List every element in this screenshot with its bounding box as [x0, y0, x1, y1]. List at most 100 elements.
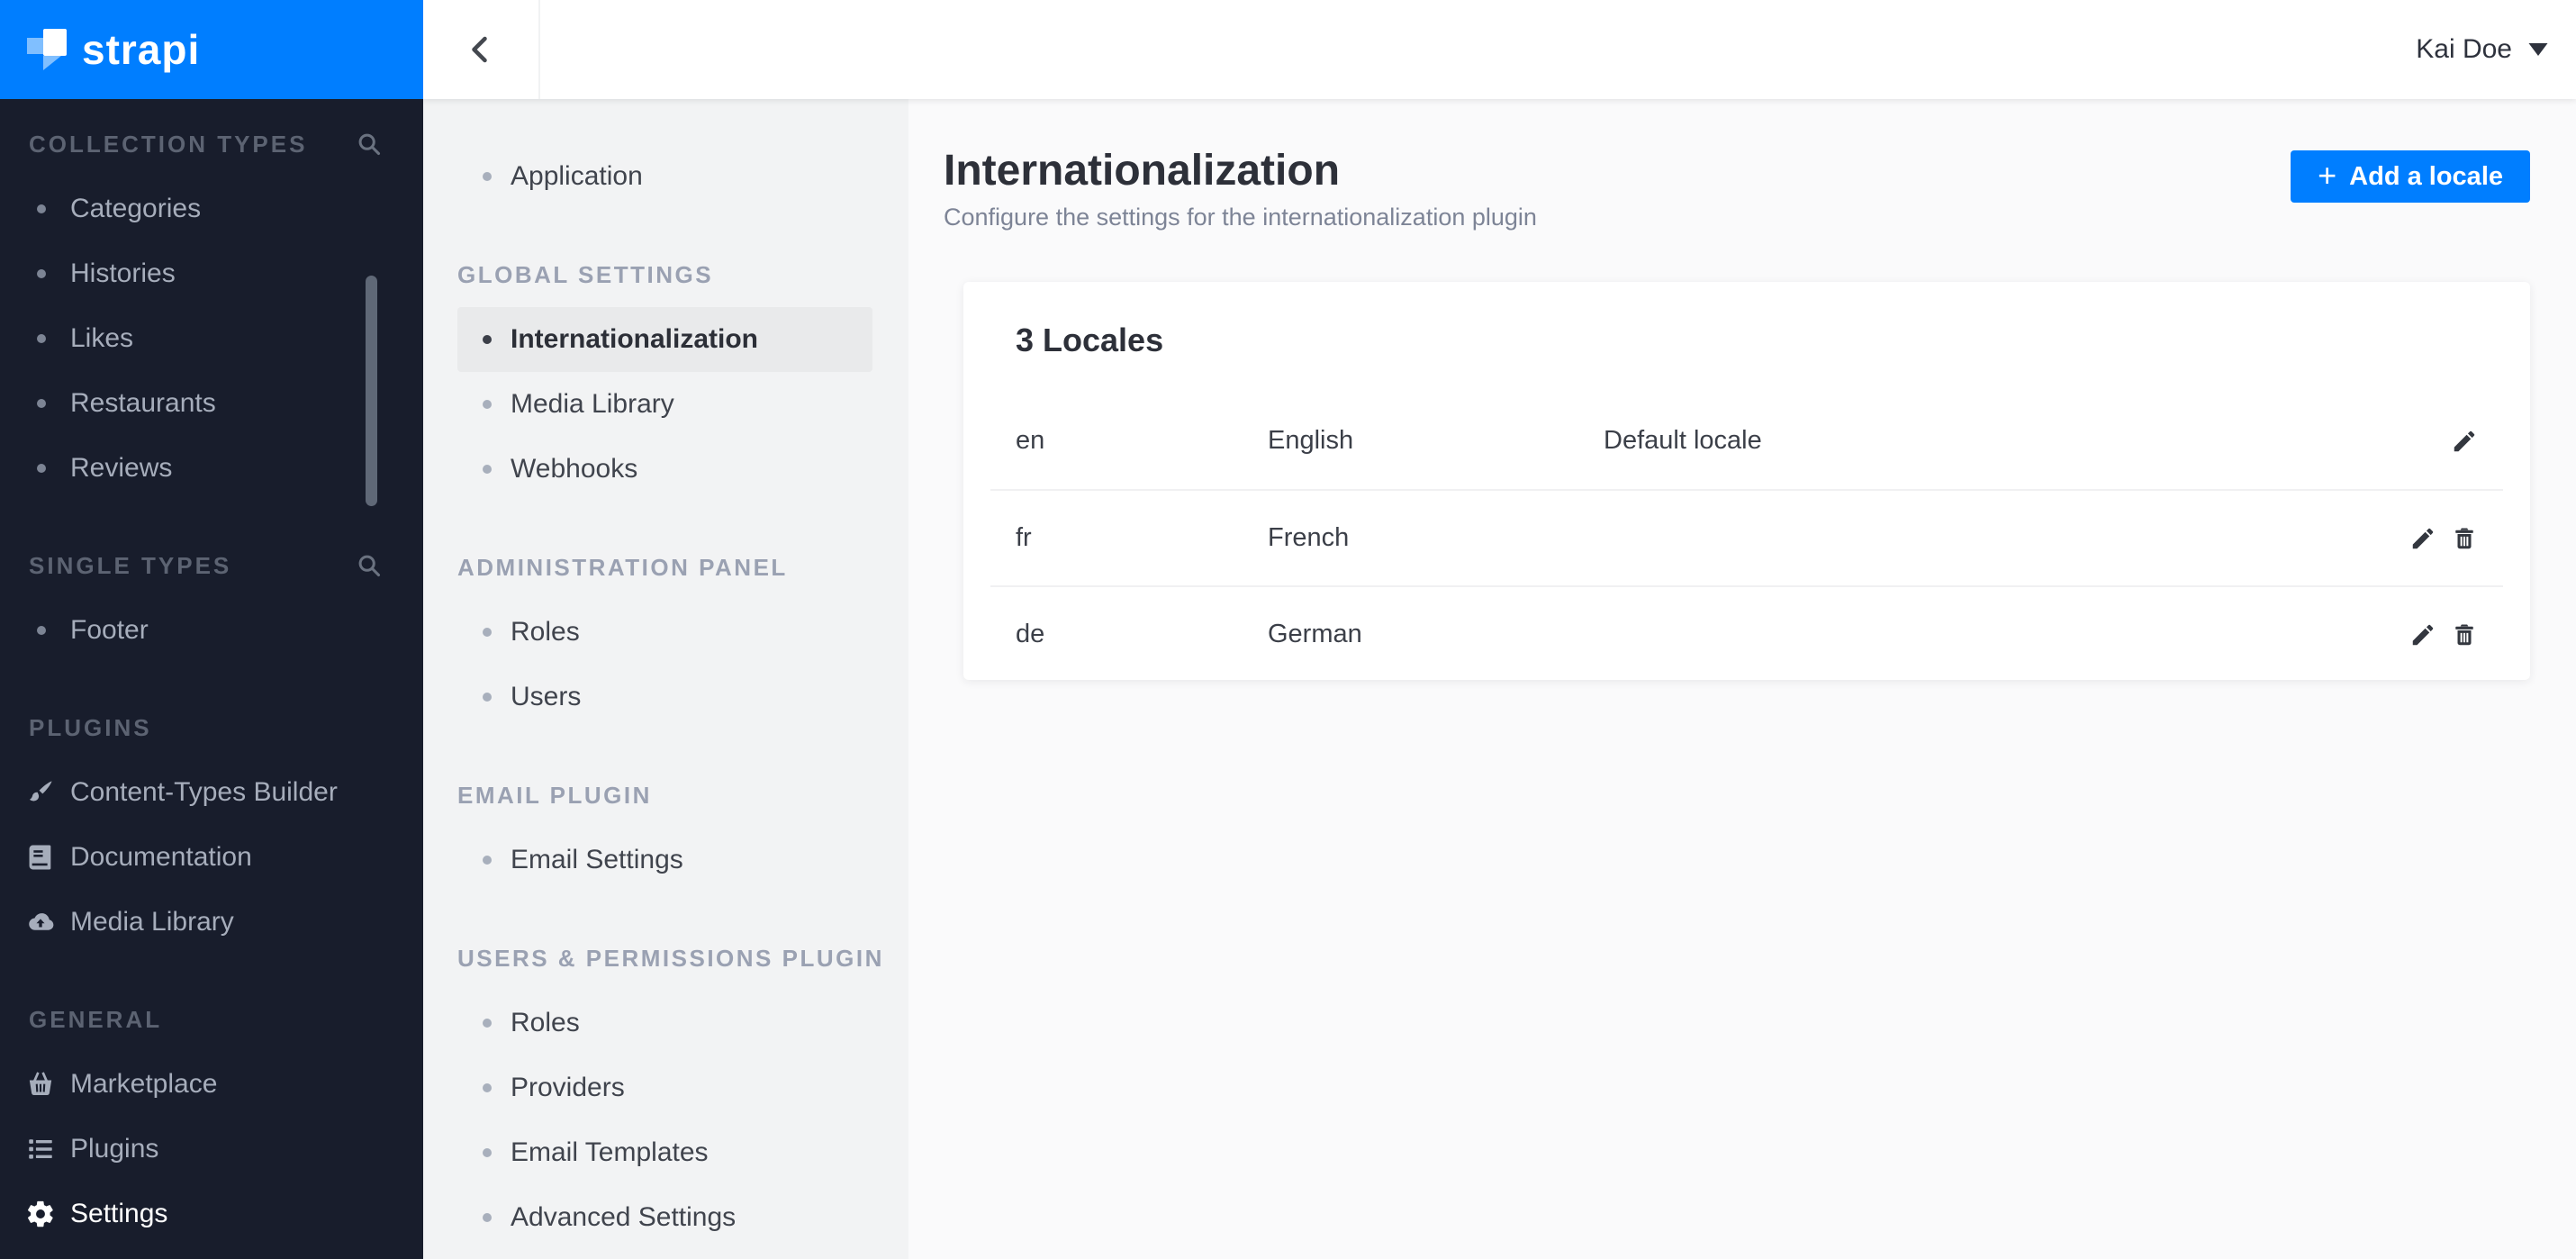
delete-locale-button[interactable]: [2451, 525, 2478, 552]
user-name: Kai Doe: [2416, 34, 2512, 64]
row-actions: [2409, 621, 2478, 648]
locales-table: en English Default locale fr French de G…: [963, 393, 2530, 682]
bullet-icon: [37, 204, 46, 213]
gear-icon: [27, 1200, 53, 1227]
settings-item-up-roles[interactable]: Roles: [423, 991, 908, 1055]
settings-sidebar: Application GLOBAL SETTINGS Internationa…: [423, 99, 908, 1259]
sidebar-item-documentation[interactable]: Documentation: [0, 825, 423, 890]
add-locale-button[interactable]: + Add a locale: [2291, 150, 2530, 203]
nav-section-label: COLLECTION TYPES: [29, 130, 308, 158]
settings-item-webhooks[interactable]: Webhooks: [423, 437, 908, 502]
settings-item-internationalization[interactable]: Internationalization: [457, 307, 872, 372]
search-icon[interactable]: [357, 131, 382, 157]
settings-section-label: USERS & PERMISSIONS PLUGIN: [457, 944, 884, 972]
bullet-icon: [483, 400, 492, 409]
bullet-icon: [37, 464, 46, 473]
bullet-icon: [483, 1148, 492, 1157]
settings-item-admin-users[interactable]: Users: [423, 665, 908, 729]
settings-section-users-permissions-plugin: USERS & PERMISSIONS PLUGIN Roles Provide…: [423, 926, 908, 1250]
settings-item-label: Internationalization: [511, 324, 759, 354]
locale-code: en: [1016, 426, 1045, 455]
sidebar-item-label: Media Library: [70, 907, 234, 937]
nav-section-general: GENERAL Marketplace Plugins Settings: [0, 987, 423, 1246]
strapi-logo[interactable]: strapi: [0, 0, 423, 99]
settings-item-admin-roles[interactable]: Roles: [423, 600, 908, 665]
nav-section-header: SINGLE TYPES: [0, 533, 423, 598]
edit-locale-button[interactable]: [2409, 525, 2436, 552]
strapi-logo-text: strapi: [82, 26, 201, 73]
trash-icon: [2454, 623, 2474, 646]
bullet-icon: [483, 465, 492, 474]
locale-name: German: [1268, 620, 1362, 648]
settings-section-administration-panel: ADMINISTRATION PANEL Roles Users: [423, 535, 908, 729]
bullet-icon: [483, 628, 492, 637]
nav-section-header: COLLECTION TYPES: [0, 112, 423, 177]
nav-section-header: PLUGINS: [0, 695, 423, 760]
sidebar-item-content-types-builder[interactable]: Content-Types Builder: [0, 760, 423, 825]
settings-item-label: Email Templates: [511, 1137, 709, 1167]
main-nav: COLLECTION TYPES Categories Histories Li…: [0, 99, 423, 1246]
locale-code: fr: [1016, 523, 1032, 552]
plus-icon: +: [2318, 156, 2337, 194]
page-subtitle: Configure the settings for the internati…: [944, 204, 1537, 231]
settings-item-label: Email Settings: [511, 845, 683, 874]
sidebar-item-label: Histories: [70, 258, 176, 288]
sidebar-item-marketplace[interactable]: Marketplace: [0, 1052, 423, 1117]
sidebar-item-reviews[interactable]: Reviews: [0, 436, 423, 501]
sidebar-item-histories[interactable]: Histories: [0, 241, 423, 306]
trash-icon: [2454, 527, 2474, 549]
sidebar-item-label: Documentation: [70, 842, 252, 872]
nav-section-label: PLUGINS: [29, 713, 152, 741]
sidebar-item-media-library[interactable]: Media Library: [0, 890, 423, 955]
locale-code: de: [1016, 620, 1045, 648]
settings-section-label: GLOBAL SETTINGS: [457, 260, 714, 288]
sidebar-scrollbar[interactable]: [366, 276, 377, 506]
sidebar-item-label: Categories: [70, 194, 202, 223]
settings-item-advanced-settings[interactable]: Advanced Settings: [423, 1185, 908, 1250]
brush-icon: [29, 781, 52, 802]
book-icon: [28, 844, 52, 871]
sidebar-item-plugins[interactable]: Plugins: [0, 1117, 423, 1182]
sidebar-item-settings[interactable]: Settings: [0, 1182, 423, 1246]
chevron-left-icon: [465, 33, 497, 66]
settings-item-label: Providers: [511, 1073, 625, 1102]
settings-item-application[interactable]: Application: [423, 144, 908, 209]
edit-locale-button[interactable]: [2409, 621, 2436, 648]
settings-section-label: ADMINISTRATION PANEL: [457, 553, 788, 581]
settings-section-label: EMAIL PLUGIN: [457, 781, 652, 809]
add-locale-button-label: Add a locale: [2349, 161, 2503, 191]
sidebar-item-likes[interactable]: Likes: [0, 306, 423, 371]
back-button[interactable]: [423, 0, 540, 99]
sidebar-item-label: Marketplace: [70, 1069, 218, 1099]
settings-item-label: Roles: [511, 1008, 580, 1037]
basket-icon: [28, 1071, 53, 1097]
settings-item-email-templates[interactable]: Email Templates: [423, 1120, 908, 1185]
settings-section-global-settings: GLOBAL SETTINGS Internationalization Med…: [423, 242, 908, 502]
row-actions: [2451, 428, 2478, 455]
edit-locale-button[interactable]: [2451, 428, 2478, 455]
bullet-icon: [483, 1019, 492, 1028]
sidebar-item-footer[interactable]: Footer: [0, 598, 423, 663]
nav-section-label: GENERAL: [29, 1005, 163, 1033]
chevron-down-icon: [2528, 43, 2548, 56]
topbar: Kai Doe: [423, 0, 2576, 99]
nav-section-single-types: SINGLE TYPES Footer: [0, 533, 423, 663]
search-icon[interactable]: [357, 553, 382, 578]
sidebar-item-categories[interactable]: Categories: [0, 177, 423, 241]
user-menu[interactable]: Kai Doe: [2416, 34, 2548, 65]
strapi-logo-icon: [27, 29, 67, 70]
sidebar-item-restaurants[interactable]: Restaurants: [0, 371, 423, 436]
sidebar-item-label: Likes: [70, 323, 134, 353]
main-sidebar: strapi COLLECTION TYPES Categories Histo…: [0, 0, 423, 1259]
settings-item-label: Media Library: [511, 389, 674, 419]
settings-item-email-settings[interactable]: Email Settings: [423, 828, 908, 892]
settings-item-providers[interactable]: Providers: [423, 1055, 908, 1120]
bullet-icon: [483, 335, 492, 344]
settings-item-label: Roles: [511, 617, 580, 647]
delete-locale-button[interactable]: [2451, 621, 2478, 648]
page-header-text: Internationalization Configure the setti…: [944, 146, 1537, 231]
sidebar-item-label: Reviews: [70, 453, 173, 483]
settings-item-media-library[interactable]: Media Library: [423, 372, 908, 437]
nav-section-label: SINGLE TYPES: [29, 551, 232, 579]
bullet-icon: [37, 399, 46, 408]
